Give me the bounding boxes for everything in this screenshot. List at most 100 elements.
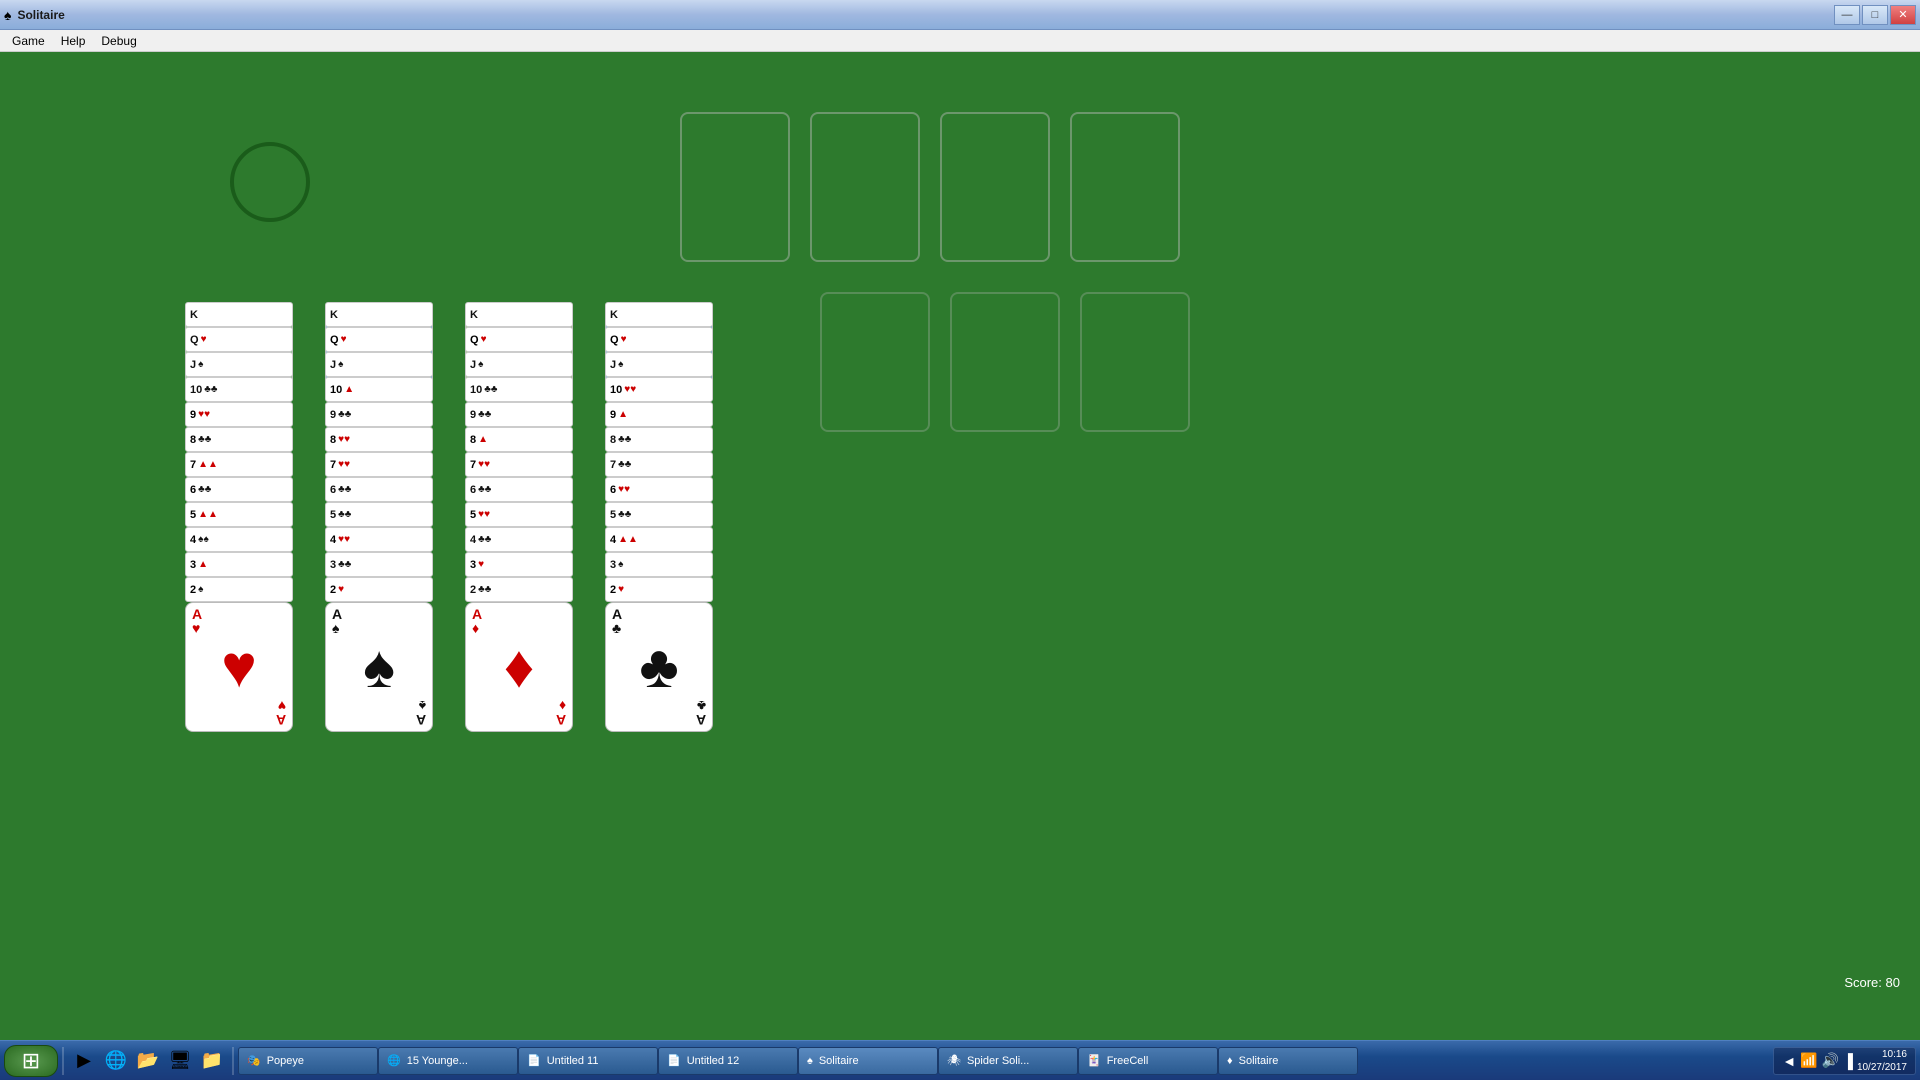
taskbar-btn-solitaire[interactable]: ♠ Solitaire — [798, 1047, 938, 1075]
card-2-2[interactable]: 2 ♥ — [325, 577, 433, 602]
card-2-1[interactable]: 2 ♠ — [185, 577, 293, 602]
taskbar-quicklaunch-4[interactable]: 🖥 — [164, 1046, 196, 1076]
card-8-4[interactable]: 8 ♣♣ — [605, 427, 713, 452]
card-5-2[interactable]: 5 ♣♣ — [325, 502, 433, 527]
taskbar-btn-untitled1[interactable]: 📄 Untitled 11 — [518, 1047, 658, 1075]
card-4-3[interactable]: 4 ♣♣ — [465, 527, 573, 552]
card-5-1[interactable]: 5 ▲▲ — [185, 502, 293, 527]
taskbar-btn-spider[interactable]: 🕷 Spider Soli... — [938, 1047, 1078, 1075]
card-3-4[interactable]: 3 ♠ — [605, 552, 713, 577]
score-display: Score: 80 — [1844, 975, 1900, 990]
tableau-col-2: K Q ♥ J ♠ 10 ▲ 9 ♣♣ 8 ♥♥ 7 ♥♥ 6 ♣♣ 5 ♣♣ … — [325, 302, 435, 802]
tableau-area: K Q ♥ J ♠ 10 ♣♣ 9 ♥♥ 8 ♣♣ 7 ▲▲ 6 ♣♣ 5 ▲▲… — [185, 302, 715, 802]
taskbar-quicklaunch-1[interactable]: ▶ — [68, 1046, 100, 1076]
close-button[interactable]: ✕ — [1890, 5, 1916, 25]
tableau-col-3: K Q ♥ J ♠ 10 ♣♣ 9 ♣♣ 8 ▲ 7 ♥♥ 6 ♣♣ 5 ♥♥ … — [465, 302, 575, 802]
start-button[interactable]: ⊞ — [4, 1045, 58, 1077]
extra-slot-2[interactable] — [950, 292, 1060, 432]
card-8-1[interactable]: 8 ♣♣ — [185, 427, 293, 452]
foundation-slot-2[interactable] — [810, 112, 920, 262]
freecell-label: FreeCell — [1107, 1055, 1149, 1067]
card-A-2[interactable]: A♠ ♠ A♠ — [325, 602, 433, 732]
taskbar-divider-1 — [62, 1047, 64, 1075]
menu-debug[interactable]: Debug — [93, 32, 144, 50]
card-J-2[interactable]: J ♠ — [325, 352, 433, 377]
card-3-2[interactable]: 3 ♣♣ — [325, 552, 433, 577]
card-9-1[interactable]: 9 ♥♥ — [185, 402, 293, 427]
minimize-button[interactable]: — — [1834, 5, 1860, 25]
maximize-button[interactable]: □ — [1862, 5, 1888, 25]
card-6-4[interactable]: 6 ♥♥ — [605, 477, 713, 502]
card-8-3[interactable]: 8 ▲ — [465, 427, 573, 452]
taskbar-btn-untitled2[interactable]: 📄 Untitled 12 — [658, 1047, 798, 1075]
app-icon: ♠ — [4, 7, 11, 23]
foundation-slot-4[interactable] — [1070, 112, 1180, 262]
taskbar-btn-freecell[interactable]: 🃏 FreeCell — [1078, 1047, 1218, 1075]
card-K-4[interactable]: K — [605, 302, 713, 327]
card-Q-3[interactable]: Q ♥ — [465, 327, 573, 352]
card-10-3[interactable]: 10 ♣♣ — [465, 377, 573, 402]
foundation-slot-3[interactable] — [940, 112, 1050, 262]
clock-time: 10:16 — [1857, 1048, 1907, 1061]
card-4-1[interactable]: 4 ♠♠ — [185, 527, 293, 552]
taskbar-btn-solitaire2[interactable]: ♦ Solitaire — [1218, 1047, 1358, 1075]
card-10-2[interactable]: 10 ▲ — [325, 377, 433, 402]
card-4-4[interactable]: 4 ▲▲ — [605, 527, 713, 552]
card-3-1[interactable]: 3 ▲ — [185, 552, 293, 577]
card-5-3[interactable]: 5 ♥♥ — [465, 502, 573, 527]
card-A-1[interactable]: A♥ ♥ A♥ — [185, 602, 293, 732]
card-8-2[interactable]: 8 ♥♥ — [325, 427, 433, 452]
windows-logo: ⊞ — [22, 1048, 40, 1074]
taskbar-btn-popeye[interactable]: 🎭 Popeye — [238, 1047, 378, 1075]
extra-slot-1[interactable] — [820, 292, 930, 432]
tray-arrow-icon[interactable]: ◄ — [1782, 1053, 1796, 1069]
card-K-3[interactable]: K — [465, 302, 573, 327]
card-5-4[interactable]: 5 ♣♣ — [605, 502, 713, 527]
card-K-1[interactable]: K — [185, 302, 293, 327]
card-6-2[interactable]: 6 ♣♣ — [325, 477, 433, 502]
card-9-4[interactable]: 9 ▲ — [605, 402, 713, 427]
menu-game[interactable]: Game — [4, 32, 53, 50]
card-3-3[interactable]: 3 ♥ — [465, 552, 573, 577]
card-9-3[interactable]: 9 ♣♣ — [465, 402, 573, 427]
card-4-2[interactable]: 4 ♥♥ — [325, 527, 433, 552]
taskbar-quicklaunch-5[interactable]: 📁 — [196, 1046, 228, 1076]
stock-pile[interactable] — [230, 142, 310, 222]
card-10-1[interactable]: 10 ♣♣ — [185, 377, 293, 402]
system-clock[interactable]: 10:16 10/27/2017 — [1857, 1048, 1907, 1074]
spider-label: Spider Soli... — [967, 1055, 1029, 1067]
tray-network-icon[interactable]: 📶 — [1800, 1052, 1817, 1069]
taskbar-btn-ie[interactable]: 🌐 15 Younge... — [378, 1047, 518, 1075]
card-A-3[interactable]: A♦ ♦ A♦ — [465, 602, 573, 732]
card-J-1[interactable]: J ♠ — [185, 352, 293, 377]
card-6-3[interactable]: 6 ♣♣ — [465, 477, 573, 502]
doc-icon-2: 📄 — [667, 1054, 681, 1067]
menu-help[interactable]: Help — [53, 32, 94, 50]
card-6-1[interactable]: 6 ♣♣ — [185, 477, 293, 502]
card-9-2[interactable]: 9 ♣♣ — [325, 402, 433, 427]
card-2-3[interactable]: 2 ♣♣ — [465, 577, 573, 602]
card-J-3[interactable]: J ♠ — [465, 352, 573, 377]
card-Q-2[interactable]: Q ♥ — [325, 327, 433, 352]
solitaire2-icon: ♦ — [1227, 1055, 1233, 1067]
card-7-4[interactable]: 7 ♣♣ — [605, 452, 713, 477]
card-A-4[interactable]: A♣ ♣ A♣ — [605, 602, 713, 732]
tray-volume-icon[interactable]: ▐ — [1843, 1053, 1853, 1069]
solitaire2-label: Solitaire — [1239, 1055, 1279, 1067]
card-10-4[interactable]: 10 ♥♥ — [605, 377, 713, 402]
card-J-4[interactable]: J ♠ — [605, 352, 713, 377]
card-7-2[interactable]: 7 ♥♥ — [325, 452, 433, 477]
taskbar-quicklaunch-3[interactable]: 📂 — [132, 1046, 164, 1076]
tray-sound-icon[interactable]: 🔊 — [1822, 1052, 1839, 1069]
foundation-area — [680, 112, 1180, 262]
card-Q-4[interactable]: Q ♥ — [605, 327, 713, 352]
taskbar-quicklaunch-2[interactable]: 🌐 — [100, 1046, 132, 1076]
popeye-icon: 🎭 — [247, 1054, 261, 1067]
card-7-3[interactable]: 7 ♥♥ — [465, 452, 573, 477]
card-7-1[interactable]: 7 ▲▲ — [185, 452, 293, 477]
extra-slot-3[interactable] — [1080, 292, 1190, 432]
card-2-4[interactable]: 2 ♥ — [605, 577, 713, 602]
card-K-2[interactable]: K — [325, 302, 433, 327]
card-Q-1[interactable]: Q ♥ — [185, 327, 293, 352]
foundation-slot-1[interactable] — [680, 112, 790, 262]
